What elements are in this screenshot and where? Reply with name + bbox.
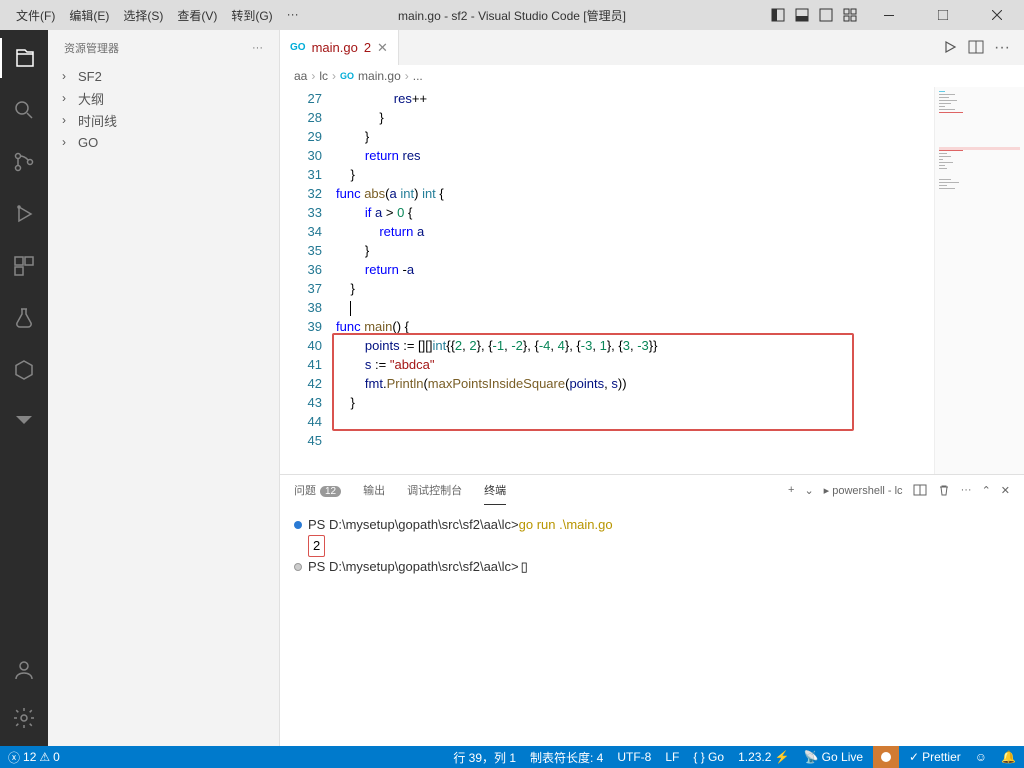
account-icon[interactable]	[0, 650, 48, 690]
sidebar-item-timeline[interactable]: ›时间线	[48, 109, 279, 131]
status-golive[interactable]: 📡 Go Live	[804, 750, 863, 764]
editor-tabs: GO main.go 2 ✕ ···	[280, 30, 1024, 65]
breadcrumb[interactable]: aa› lc› GO main.go› ...	[280, 65, 1024, 87]
menu-view[interactable]: 查看(V)	[171, 3, 223, 28]
status-prettier[interactable]: ✓ Prettier	[909, 750, 961, 764]
status-tabsize[interactable]: 制表符长度: 4	[530, 749, 603, 766]
layout-3-icon[interactable]	[818, 7, 834, 23]
minimap[interactable]: ▬▬▬ ▬▬▬▬▬▬▬▬▬▬▬▬▬▬▬▬▬▬▬▬▬▬ ▬▬▬▬▬▬▬▬▬▬▬▬▬…	[934, 87, 1024, 474]
terminal-shell-label[interactable]: ▸ powershell - lc	[824, 484, 903, 497]
close-panel-icon[interactable]: ✕	[1001, 484, 1010, 497]
terminal-tabs: 问题12 输出 调试控制台 终端 + ⌄ ▸ powershell - lc ·…	[280, 475, 1024, 505]
go-file-icon: GO	[290, 42, 306, 53]
status-encoding[interactable]: UTF-8	[617, 750, 651, 764]
menu-bar: 文件(F) 编辑(E) 选择(S) 查看(V) 转到(G) ···	[0, 3, 305, 28]
sidebar-header: 资源管理器 ···	[48, 30, 279, 65]
tab-output[interactable]: 输出	[363, 476, 385, 504]
terminal-body[interactable]: PS D:\mysetup\gopath\src\sf2\aa\lc> go r…	[280, 505, 1024, 746]
tab-close-icon[interactable]: ✕	[377, 40, 388, 56]
code-area[interactable]: res++ } } return res }func abs(a int) in…	[336, 87, 1024, 474]
window-title: main.go - sf2 - Visual Studio Code [管理员]	[398, 7, 626, 24]
window-maximize[interactable]	[920, 0, 966, 30]
menu-select[interactable]: 选择(S)	[117, 3, 169, 28]
kill-terminal-icon[interactable]	[937, 483, 951, 497]
testing-icon[interactable]	[0, 298, 48, 338]
sidebar-item-go[interactable]: ›GO	[48, 131, 279, 153]
tab-problems[interactable]: 问题12	[294, 476, 341, 504]
tab-terminal[interactable]: 终端	[484, 476, 506, 505]
tab-modified-count: 2	[364, 40, 371, 55]
split-icon[interactable]	[968, 39, 984, 57]
terminal-more-icon[interactable]: ···	[961, 484, 972, 496]
editor-area: GO main.go 2 ✕ ··· aa› lc› GO main.go› .…	[280, 30, 1024, 746]
extensions-icon[interactable]	[0, 246, 48, 286]
terminal-panel: 问题12 输出 调试控制台 终端 + ⌄ ▸ powershell - lc ·…	[280, 474, 1024, 746]
status-cursor[interactable]: 行 39，列 1	[453, 749, 516, 766]
menu-edit[interactable]: 编辑(E)	[63, 3, 115, 28]
line-numbers: 27282930313233343536373839404142434445	[280, 87, 336, 474]
sidebar-item-sf2[interactable]: ›SF2	[48, 65, 279, 87]
terminal-dropdown-icon[interactable]: ⌄	[804, 484, 813, 497]
editor-content[interactable]: 27282930313233343536373839404142434445 r…	[280, 87, 1024, 474]
status-errors[interactable]: ⓧ 12 ⚠ 0	[8, 749, 60, 766]
debug-icon[interactable]	[0, 194, 48, 234]
explorer-icon[interactable]	[0, 38, 48, 78]
filter-icon[interactable]	[0, 402, 48, 442]
tab-filename: main.go	[312, 40, 358, 55]
gear-icon[interactable]	[0, 698, 48, 738]
tab-debug-console[interactable]: 调试控制台	[407, 476, 462, 504]
new-terminal-icon[interactable]: +	[788, 484, 794, 496]
layout-4-icon[interactable]	[842, 7, 858, 23]
activity-bar	[0, 30, 48, 746]
status-bar: ⓧ 12 ⚠ 0 行 39，列 1 制表符长度: 4 UTF-8 LF { } …	[0, 746, 1024, 768]
status-bell-icon[interactable]: 🔔	[1001, 750, 1016, 764]
run-icon[interactable]	[942, 39, 958, 57]
sidebar: 资源管理器 ··· ›SF2 ›大纲 ›时间线 ›GO	[48, 30, 280, 746]
titlebar: 文件(F) 编辑(E) 选择(S) 查看(V) 转到(G) ··· main.g…	[0, 0, 1024, 30]
editor-more-icon[interactable]: ···	[994, 39, 1010, 57]
search-icon[interactable]	[0, 90, 48, 130]
menu-more[interactable]: ···	[281, 3, 305, 28]
menu-file[interactable]: 文件(F)	[10, 3, 61, 28]
sidebar-more-icon[interactable]: ···	[252, 42, 263, 54]
sidebar-item-outline[interactable]: ›大纲	[48, 87, 279, 109]
status-go-version[interactable]: 1.23.2 ⚡	[738, 750, 790, 764]
status-language[interactable]: { } Go	[693, 750, 724, 764]
layout-1-icon[interactable]	[770, 7, 786, 23]
split-terminal-icon[interactable]	[913, 483, 927, 497]
window-close[interactable]	[974, 0, 1020, 30]
window-minimize[interactable]	[866, 0, 912, 30]
tab-main-go[interactable]: GO main.go 2 ✕	[280, 30, 399, 65]
hex-icon[interactable]	[0, 350, 48, 390]
maximize-panel-icon[interactable]: ⌃	[982, 484, 991, 497]
layout-2-icon[interactable]	[794, 7, 810, 23]
menu-goto[interactable]: 转到(G)	[225, 3, 278, 28]
source-control-icon[interactable]	[0, 142, 48, 182]
status-orange[interactable]	[873, 746, 899, 768]
status-feedback-icon[interactable]: ☺	[975, 750, 987, 764]
status-eol[interactable]: LF	[665, 750, 679, 764]
